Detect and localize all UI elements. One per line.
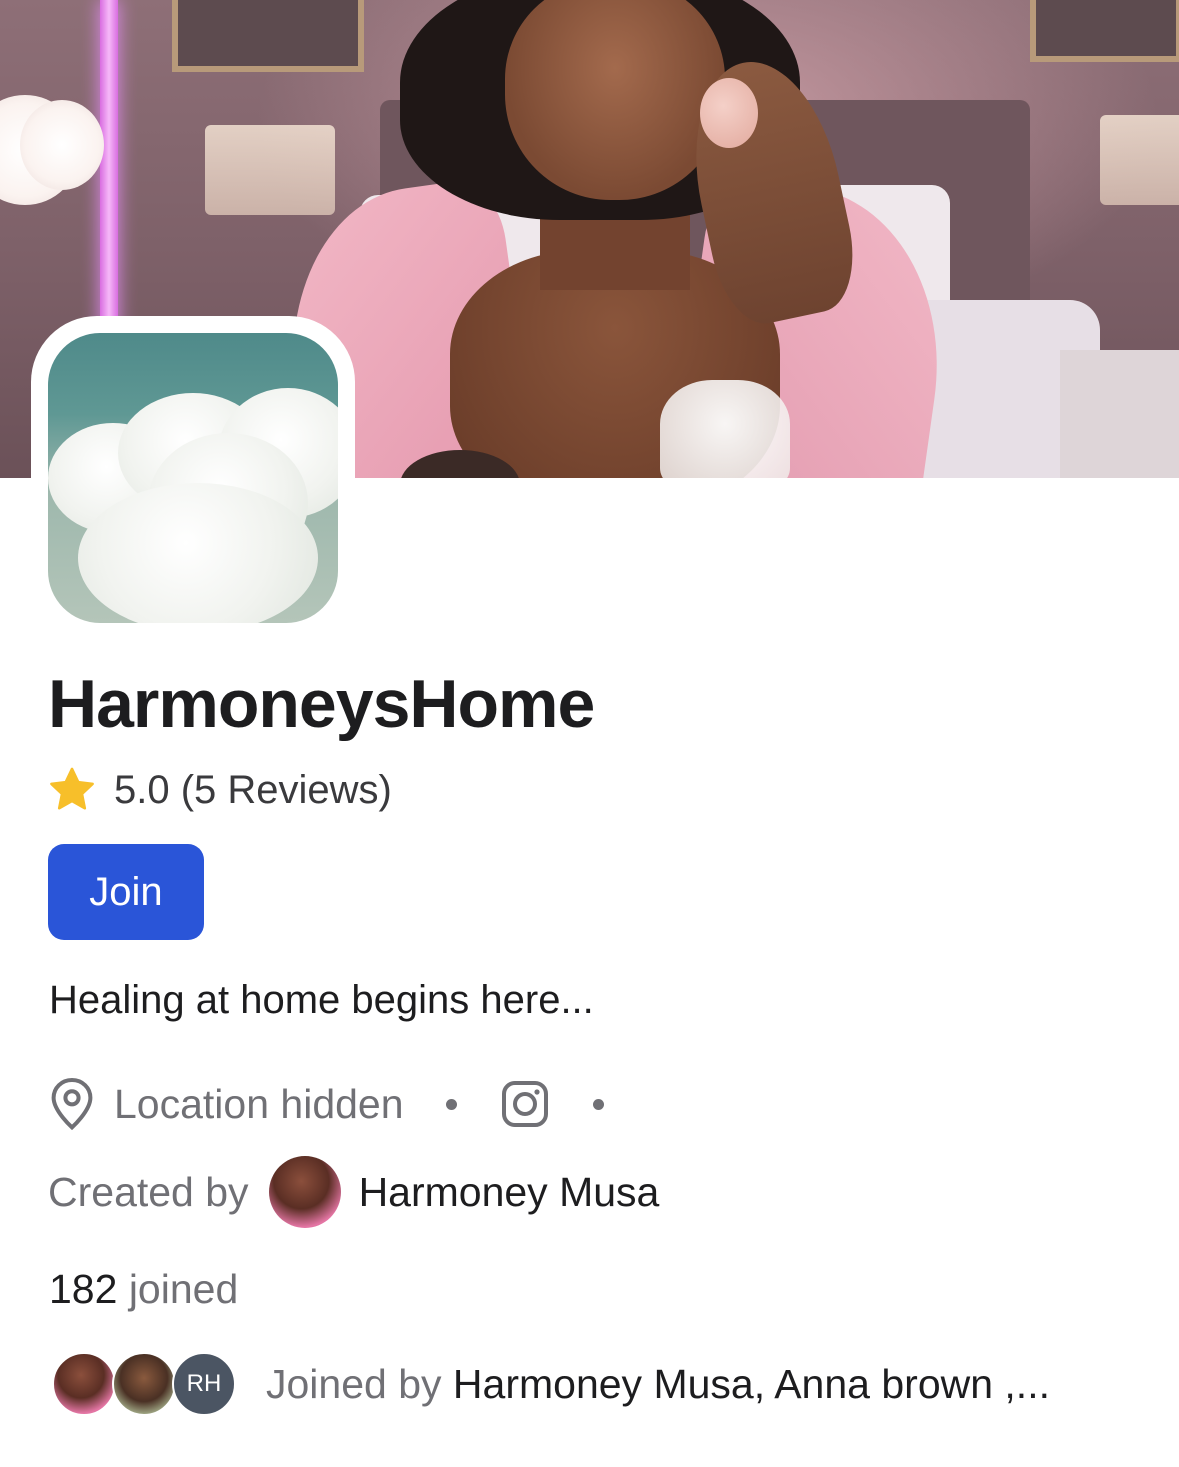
creator-name[interactable]: Harmoney Musa	[359, 1169, 660, 1216]
location-text: Location hidden	[114, 1080, 404, 1127]
members-count: 182 joined	[49, 1266, 238, 1313]
member-avatars[interactable]: RH	[52, 1352, 236, 1416]
star-icon	[50, 767, 94, 810]
created-by-label: Created by	[48, 1168, 249, 1215]
community-avatar-image	[48, 333, 338, 623]
instagram-icon[interactable]	[501, 1080, 549, 1128]
member-avatar	[52, 1352, 116, 1416]
member-avatar-initials: RH	[172, 1352, 236, 1416]
rating[interactable]: 5.0 (5 Reviews)	[46, 764, 392, 816]
separator-dot	[592, 1098, 604, 1110]
joined-by-names: Harmoney Musa, Anna brown ,...	[452, 1360, 1050, 1407]
members-count-number: 182	[49, 1266, 118, 1312]
separator-dot	[445, 1098, 457, 1110]
join-button[interactable]: Join	[48, 844, 204, 940]
members-count-label: joined	[128, 1266, 239, 1312]
member-avatar	[112, 1352, 176, 1416]
location-pin-icon	[51, 1077, 93, 1131]
community-avatar	[31, 316, 355, 640]
community-description: Healing at home begins here...	[49, 978, 594, 1022]
meta-row: Location hidden	[48, 1074, 604, 1134]
created-by-row: Created by Harmoney Musa	[48, 1154, 659, 1230]
creator-avatar[interactable]	[268, 1156, 341, 1228]
joined-by-row[interactable]: RH Joined by Harmoney Musa, Anna brown ,…	[52, 1352, 1050, 1416]
rating-text: 5.0 (5 Reviews)	[114, 767, 392, 812]
joined-by-label: Joined by	[266, 1360, 442, 1407]
community-title: HarmoneysHome	[48, 666, 595, 742]
